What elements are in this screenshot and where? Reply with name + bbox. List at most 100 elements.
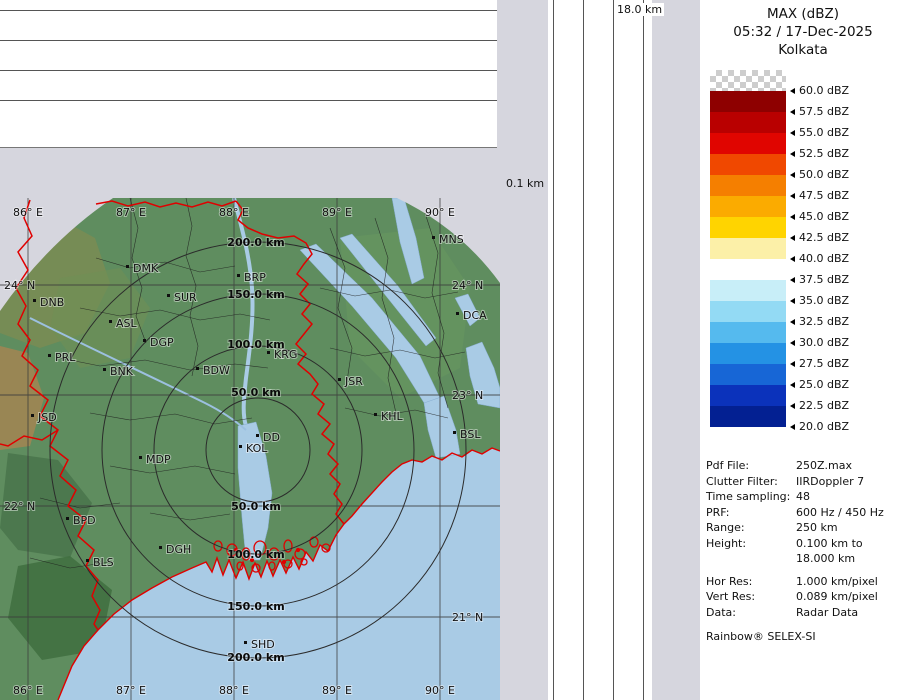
- station-label: BPD: [73, 514, 96, 527]
- station-label: BDW: [203, 364, 230, 377]
- scale-label: 27.5 dBZ: [790, 353, 849, 374]
- scale-label: 50.0 dBZ: [790, 164, 849, 185]
- station-label: JSD: [37, 411, 57, 424]
- height-gridline: [0, 100, 497, 101]
- station-marker: [338, 378, 341, 381]
- station-marker: [196, 367, 199, 370]
- scale-label: 37.5 dBZ: [790, 269, 849, 290]
- station-label: JSR: [344, 375, 363, 388]
- info-value: 250Z.max: [796, 458, 852, 474]
- height-gridline: [583, 0, 584, 700]
- info-label: Data:: [706, 605, 796, 621]
- station-label: DGP: [150, 336, 174, 349]
- color-scale-labels: 60.0 dBZ 57.5 dBZ 55.0 dBZ 52.5 dBZ 50.0…: [790, 80, 849, 437]
- info-value: 0.089 km/pixel: [796, 589, 878, 605]
- software-brand: Rainbow® SELEX-SI: [706, 629, 902, 644]
- svg-text:23° N: 23° N: [452, 389, 483, 402]
- station-label: MNS: [439, 233, 464, 246]
- info-label: PRF:: [706, 505, 796, 521]
- station-marker: [256, 434, 259, 437]
- scale-swatch: [710, 154, 786, 175]
- svg-text:24° N: 24° N: [452, 279, 483, 292]
- scale-swatch: [710, 238, 786, 259]
- station-marker: [143, 339, 146, 342]
- scale-label: 40.0 dBZ: [790, 248, 849, 269]
- info-label: Height:: [706, 536, 796, 552]
- scale-swatch: [710, 280, 786, 301]
- info-label: Clutter Filter:: [706, 474, 796, 490]
- svg-text:22° N: 22° N: [4, 500, 35, 513]
- svg-text:87° E: 87° E: [116, 206, 146, 219]
- info-label: Pdf File:: [706, 458, 796, 474]
- height-gridline: [613, 0, 614, 700]
- station-label: BNK: [110, 365, 134, 378]
- product-datetime: 05:32 / 17-Dec-2025: [700, 23, 906, 41]
- station-marker: [167, 294, 170, 297]
- scale-label: 32.5 dBZ: [790, 311, 849, 332]
- station-marker: [66, 517, 69, 520]
- scale-swatch: [710, 133, 786, 154]
- station-marker: [48, 354, 51, 357]
- info-label: Range:: [706, 520, 796, 536]
- info-value: Radar Data: [796, 605, 858, 621]
- scale-swatch: [710, 259, 786, 280]
- height-gridline: [0, 70, 497, 71]
- station-marker: [109, 320, 112, 323]
- top-projection-panel: [0, 0, 497, 148]
- station-marker: [237, 274, 240, 277]
- station-marker: [456, 312, 459, 315]
- station-label: MDP: [146, 453, 171, 466]
- scale-swatch: [710, 112, 786, 133]
- station-marker: [86, 559, 89, 562]
- station-marker: [239, 445, 242, 448]
- station-label: KOL: [246, 442, 268, 455]
- scale-label: 30.0 dBZ: [790, 332, 849, 353]
- height-gridline: [553, 0, 554, 700]
- info-value: 48: [796, 489, 810, 505]
- station-label: DMK: [133, 262, 159, 275]
- scale-label: 35.0 dBZ: [790, 290, 849, 311]
- color-scale: [710, 70, 786, 427]
- scale-swatch: [710, 343, 786, 364]
- info-value: 1.000 km/pixel: [796, 574, 878, 590]
- scale-swatch: [710, 196, 786, 217]
- scale-label: 45.0 dBZ: [790, 206, 849, 227]
- info-value: 18.000 km: [796, 551, 855, 567]
- legend-panel: MAX (dBZ) 05:32 / 17-Dec-2025 Kolkata 60…: [700, 0, 906, 700]
- station-label: SHD: [251, 638, 275, 651]
- info-label: Hor Res:: [706, 574, 796, 590]
- station-marker: [432, 236, 435, 239]
- scale-swatch: [710, 175, 786, 196]
- svg-text:86° E: 86° E: [13, 206, 43, 219]
- panel-edge: [0, 147, 497, 148]
- svg-text:90° E: 90° E: [425, 684, 455, 697]
- info-value: 250 km: [796, 520, 838, 536]
- station-label: DGH: [166, 543, 191, 556]
- svg-text:150.0 km: 150.0 km: [227, 600, 284, 613]
- station-marker: [139, 456, 142, 459]
- svg-text:50.0 km: 50.0 km: [231, 386, 281, 399]
- map-viewport[interactable]: 200.0 km 150.0 km 100.0 km 50.0 km 50.0 …: [0, 198, 500, 700]
- station-label: BSL: [460, 428, 481, 441]
- svg-text:100.0 km: 100.0 km: [227, 548, 284, 561]
- height-gridline: [643, 0, 644, 700]
- info-label: [706, 551, 796, 567]
- scale-label: 60.0 dBZ: [790, 80, 849, 101]
- station-label: BRP: [244, 271, 266, 284]
- svg-text:21° N: 21° N: [452, 611, 483, 624]
- svg-text:87° E: 87° E: [116, 684, 146, 697]
- scale-label: 42.5 dBZ: [790, 227, 849, 248]
- svg-text:89° E: 89° E: [322, 206, 352, 219]
- station-marker: [33, 299, 36, 302]
- scale-label: 52.5 dBZ: [790, 143, 849, 164]
- svg-text:86° E: 86° E: [13, 684, 43, 697]
- scale-label: 57.5 dBZ: [790, 101, 849, 122]
- station-marker: [374, 413, 377, 416]
- svg-text:200.0 km: 200.0 km: [227, 236, 284, 249]
- svg-text:88° E: 88° E: [219, 206, 249, 219]
- scale-swatch: [710, 91, 786, 112]
- scale-swatch: [710, 217, 786, 238]
- info-value: IIRDoppler 7: [796, 474, 864, 490]
- station-label: BLS: [93, 556, 114, 569]
- scale-swatch: [710, 301, 786, 322]
